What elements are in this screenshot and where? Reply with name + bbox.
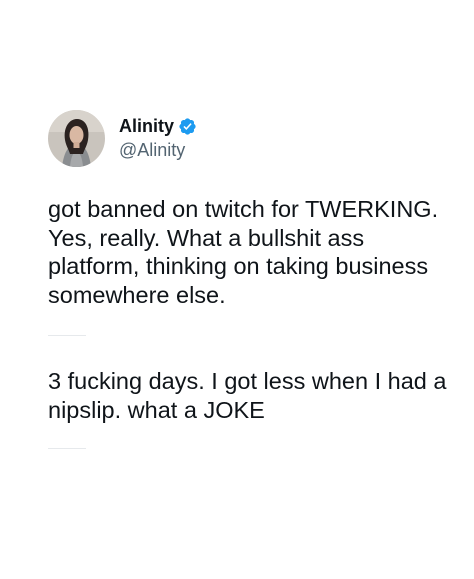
display-name[interactable]: Alinity <box>119 114 174 138</box>
author-names: Alinity @Alinity <box>119 114 197 162</box>
tweet-paragraph-2: 3 fucking days. I got less when I had a … <box>48 368 453 423</box>
handle[interactable]: @Alinity <box>119 138 197 162</box>
divider <box>48 335 86 336</box>
tweet-header: Alinity @Alinity <box>48 109 197 167</box>
tweet-paragraph-1: got banned on twitch for TWERKING. Yes, … <box>48 196 445 308</box>
avatar-image <box>48 109 105 167</box>
display-name-row: Alinity <box>119 114 197 138</box>
divider <box>48 448 86 449</box>
avatar[interactable] <box>48 109 105 167</box>
verified-badge-icon <box>178 117 197 136</box>
tweet-card: Alinity @Alinity got banned on twitch fo… <box>0 0 474 579</box>
